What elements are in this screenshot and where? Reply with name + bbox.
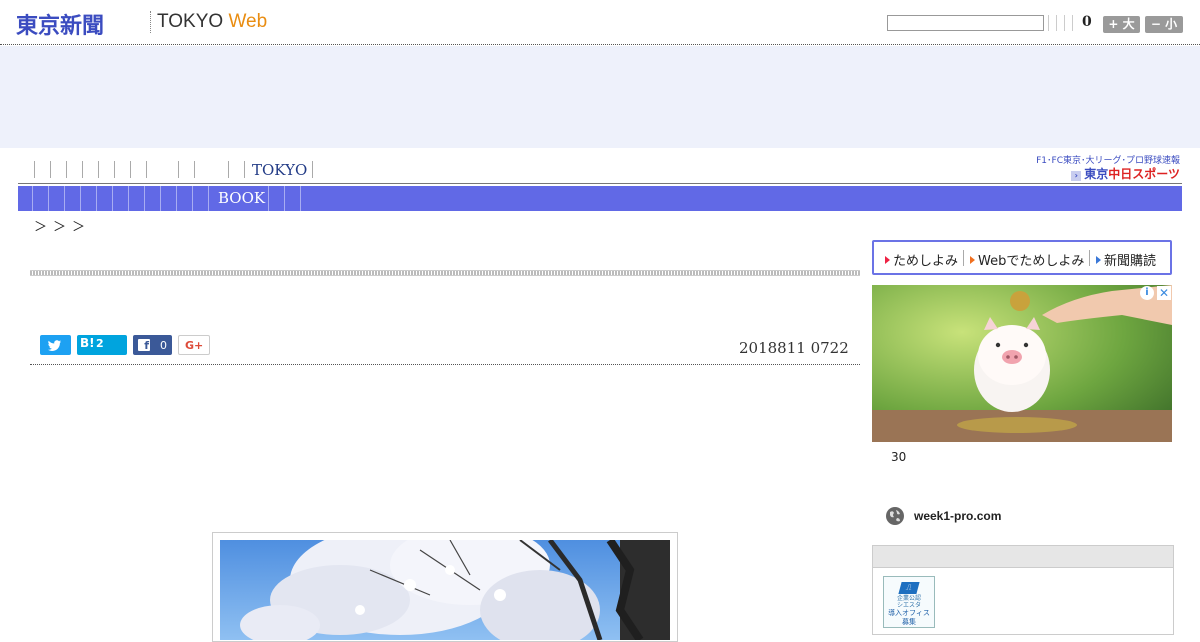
secondary-nav-item-book[interactable]: BOOK bbox=[218, 189, 265, 207]
primary-nav-item[interactable] bbox=[244, 161, 245, 178]
primary-nav-item[interactable] bbox=[50, 161, 51, 178]
logo-tokyo: TOKYO bbox=[157, 11, 224, 32]
web-tameshi-yomi-link[interactable]: Webでためしよみ bbox=[970, 250, 1084, 269]
banner-line-1: 企業公認 bbox=[896, 595, 921, 602]
siesta-banner[interactable]: ⎍ 企業公認 シエスタ 導入オフィス 募集 bbox=[883, 576, 935, 628]
primary-nav-item[interactable] bbox=[178, 161, 179, 178]
triangle-icon bbox=[885, 256, 890, 264]
ad-info-icon[interactable]: i bbox=[1140, 286, 1154, 300]
secondary-nav-item[interactable] bbox=[208, 186, 209, 211]
primary-nav-divider bbox=[312, 161, 313, 178]
article-date: 2018811 0722 bbox=[739, 339, 849, 357]
cherry-blossom-photo[interactable] bbox=[220, 540, 670, 640]
article-title-rule bbox=[30, 270, 860, 276]
primary-nav-item[interactable] bbox=[114, 161, 115, 178]
primary-nav-item[interactable] bbox=[98, 161, 99, 178]
logo-web: Web bbox=[228, 11, 268, 32]
google-plus-icon: G+ bbox=[185, 339, 204, 352]
secondary-nav-item[interactable] bbox=[128, 186, 129, 211]
logo-divider bbox=[150, 11, 151, 33]
ad-close-icon[interactable]: ✕ bbox=[1157, 286, 1171, 300]
top-ad-banner[interactable] bbox=[0, 46, 1200, 148]
header-count: 0 bbox=[1082, 14, 1092, 30]
breadcrumb[interactable]: ＞＞＞ bbox=[34, 216, 91, 235]
primary-nav-item[interactable] bbox=[130, 161, 131, 178]
sponsor-brand: › 東京中日スポーツ bbox=[1071, 165, 1180, 182]
piggy-bank-image bbox=[872, 285, 1172, 442]
header-links bbox=[1048, 15, 1073, 31]
secondary-nav-item[interactable] bbox=[32, 186, 33, 211]
globe-icon bbox=[885, 506, 905, 526]
banner-line-4: 募集 bbox=[902, 618, 916, 626]
secondary-nav-item[interactable] bbox=[284, 186, 285, 211]
primary-nav-item[interactable] bbox=[194, 161, 195, 178]
sponsor-brand-name: 中日スポーツ bbox=[1108, 167, 1180, 181]
primary-nav-item-tokyo[interactable]: TOKYO bbox=[252, 161, 307, 179]
header-link-4[interactable] bbox=[1072, 15, 1073, 31]
secondary-nav-item[interactable] bbox=[112, 186, 113, 211]
hatena-icon: B! bbox=[80, 336, 95, 350]
primary-nav: TOKYO bbox=[18, 153, 1182, 184]
secondary-nav-item[interactable] bbox=[48, 186, 49, 211]
article-divider bbox=[30, 364, 860, 365]
subscribe-label: 新聞購読 bbox=[1104, 254, 1157, 269]
primary-nav-item[interactable] bbox=[146, 161, 147, 178]
hatena-bookmark-button[interactable]: B! 2 bbox=[77, 335, 127, 355]
primary-nav-item[interactable] bbox=[66, 161, 67, 178]
divider bbox=[1089, 250, 1090, 266]
secondary-nav: BOOK bbox=[18, 186, 1182, 211]
facebook-share-button[interactable]: f 0 bbox=[133, 335, 172, 355]
facebook-count: 0 bbox=[160, 339, 167, 352]
sidebar-box: ⎍ 企業公認 シエスタ 導入オフィス 募集 bbox=[872, 545, 1174, 635]
twitter-share-button[interactable] bbox=[40, 335, 71, 355]
ad-text[interactable]: 30 bbox=[891, 450, 906, 464]
search-input[interactable] bbox=[887, 15, 1044, 31]
siesta-logo-icon: ⎍ bbox=[898, 582, 920, 594]
triangle-icon bbox=[970, 256, 975, 264]
sidebar-box-header bbox=[873, 546, 1173, 568]
primary-nav-item[interactable] bbox=[34, 161, 35, 178]
header-link-3[interactable] bbox=[1064, 15, 1065, 31]
site-header: 東京新聞 TOKYO Web 0 + 大 − 小 bbox=[0, 0, 1200, 45]
divider bbox=[963, 250, 964, 266]
secondary-nav-item[interactable] bbox=[144, 186, 145, 211]
header-link-2[interactable] bbox=[1056, 15, 1057, 31]
cherry-blossom-image bbox=[220, 540, 670, 640]
secondary-nav-item[interactable] bbox=[300, 186, 301, 211]
triangle-icon bbox=[1096, 256, 1101, 264]
google-plus-share-button[interactable]: G+ bbox=[178, 335, 210, 355]
secondary-nav-item[interactable] bbox=[96, 186, 97, 211]
web-tameshi-yomi-label: Webでためしよみ bbox=[978, 254, 1085, 269]
secondary-nav-item[interactable] bbox=[268, 186, 269, 211]
arrow-icon: › bbox=[1071, 171, 1082, 181]
chunichi-sports-link[interactable]: F1･FC東京･大リーグ･プロ野球速報 › 東京中日スポーツ bbox=[1020, 153, 1180, 183]
subscribe-link[interactable]: 新聞購読 bbox=[1096, 250, 1156, 269]
sidebar-ad-image[interactable]: i ✕ bbox=[872, 285, 1172, 442]
twitter-icon bbox=[48, 340, 61, 351]
trial-reading-box: ためしよみ Webでためしよみ 新聞購読 bbox=[872, 240, 1172, 275]
font-smaller-button[interactable]: − 小 bbox=[1145, 16, 1183, 33]
secondary-nav-item[interactable] bbox=[176, 186, 177, 211]
banner-line-2: シエスタ bbox=[896, 602, 921, 609]
article-photo-frame bbox=[212, 532, 678, 642]
sponsor-prefix: 東京 bbox=[1084, 167, 1109, 181]
tameshi-yomi-link[interactable]: ためしよみ bbox=[885, 250, 958, 269]
primary-nav-item[interactable] bbox=[82, 161, 83, 178]
ad-domain-link[interactable]: week1-pro.com bbox=[914, 509, 1001, 523]
facebook-icon: f bbox=[138, 339, 150, 352]
font-larger-button[interactable]: + 大 bbox=[1103, 16, 1140, 33]
site-logo-jp[interactable]: 東京新聞 bbox=[16, 8, 104, 40]
tameshi-yomi-label: ためしよみ bbox=[893, 254, 959, 269]
site-logo-en[interactable]: TOKYO Web bbox=[157, 11, 267, 33]
secondary-nav-item[interactable] bbox=[64, 186, 65, 211]
secondary-nav-item[interactable] bbox=[160, 186, 161, 211]
secondary-nav-item[interactable] bbox=[80, 186, 81, 211]
secondary-nav-item[interactable] bbox=[192, 186, 193, 211]
header-link-1[interactable] bbox=[1048, 15, 1049, 31]
primary-nav-item[interactable] bbox=[228, 161, 229, 178]
banner-line-3: 導入オフィス bbox=[888, 609, 930, 617]
hatena-count: 2 bbox=[96, 337, 104, 350]
